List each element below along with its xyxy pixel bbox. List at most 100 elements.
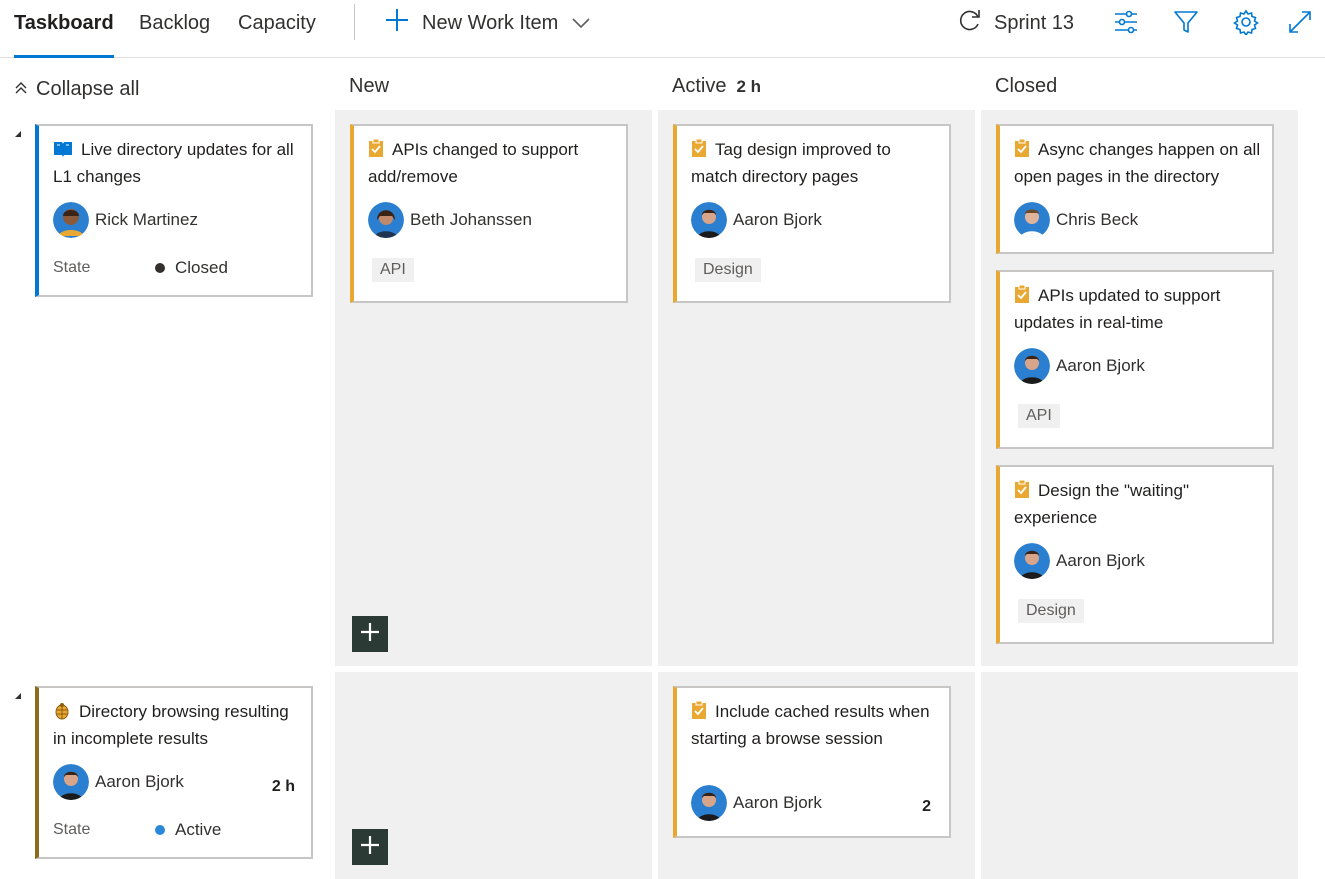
add-task-button[interactable] [352,829,388,865]
cell-row2-closed [981,672,1298,879]
card-title-text: Tag design improved to match directory p… [691,140,891,186]
state-value[interactable]: Closed [175,258,228,278]
avatar [53,764,89,800]
assignee-name: Chris Beck [1056,210,1139,229]
assignee-name: Aaron Bjork [733,793,822,812]
card-state-field: State Active [53,820,221,840]
fullscreen-icon[interactable] [1286,8,1314,36]
bug-icon [53,702,71,727]
task-card[interactable]: APIs updated to support updates in real-… [996,270,1274,449]
assignee-name: Aaron Bjork [1056,551,1145,570]
row-collapse-toggle-2[interactable] [15,693,21,699]
new-work-item-button[interactable]: New Work Item [384,8,590,38]
state-label: State [53,259,91,276]
parent-card-bug[interactable]: Directory browsing resulting in incomple… [35,686,313,859]
card-title: APIs updated to support updates in real-… [1014,284,1262,335]
card-state-field: State Closed [53,258,228,278]
assignee-name: Aaron Bjork [95,772,184,791]
card-title: Directory browsing resulting in incomple… [53,700,301,751]
top-toolbar: Taskboard Backlog Capacity New Work Item… [0,0,1325,58]
filter-icon[interactable] [1172,8,1200,36]
column-header-active: Active 2 h [672,75,761,98]
state-dot [155,263,165,273]
row-collapse-toggle-1[interactable] [15,131,21,137]
tab-taskboard[interactable]: Taskboard [14,10,114,58]
card-title-text: APIs updated to support updates in real-… [1014,286,1221,332]
tab-capacity[interactable]: Capacity [238,10,316,58]
card-title-text: Async changes happen on all open pages i… [1014,140,1261,186]
task-clipboard-icon [1014,284,1030,311]
column-title: Active [672,75,727,97]
avatar [1014,543,1050,579]
card-assignee[interactable]: Rick Martinez [53,202,198,238]
card-assignee[interactable]: Aaron Bjork [1014,348,1145,384]
toolbar-divider [354,4,355,40]
double-chevron-up-icon [14,78,28,101]
tag-badge[interactable]: Design [1018,599,1084,623]
column-remaining-work: 2 h [736,77,762,96]
card-title: Async changes happen on all open pages i… [1014,138,1262,189]
card-title-text: APIs changed to support add/remove [368,140,579,186]
column-header-closed: Closed [995,75,1057,98]
task-clipboard-icon [691,700,707,727]
chevron-down-icon[interactable] [572,12,590,35]
avatar [1014,202,1050,238]
gear-icon[interactable] [1232,8,1260,36]
state-dot [155,825,165,835]
sprint-label: Sprint 13 [994,11,1075,34]
card-title-text: Directory browsing resulting in incomple… [53,702,289,748]
card-title: Tag design improved to match directory p… [691,138,939,189]
parent-card-story[interactable]: Live directory updates for all L1 change… [35,124,313,297]
avatar [1014,348,1050,384]
settings-sliders-icon[interactable] [1112,8,1140,36]
card-title-text: Include cached results when starting a b… [691,702,930,748]
task-clipboard-icon [1014,138,1030,165]
state-value[interactable]: Active [175,820,221,840]
column-header-new: New [349,75,389,98]
column-title: New [349,75,390,97]
avatar [691,202,727,238]
task-card[interactable]: Async changes happen on all open pages i… [996,124,1274,254]
card-title: Live directory updates for all L1 change… [53,138,301,189]
assignee-name: Rick Martinez [95,210,198,229]
new-work-item-label: New Work Item [422,11,559,34]
tab-backlog[interactable]: Backlog [139,10,210,58]
sprint-cycle-icon [956,6,984,40]
task-card[interactable]: Include cached results when starting a b… [673,686,951,838]
card-title: Design the "waiting" experience [1014,479,1262,530]
card-title: APIs changed to support add/remove [368,138,616,189]
card-assignee[interactable]: Aaron Bjork [1014,543,1145,579]
card-assignee[interactable]: Aaron Bjork [53,764,184,800]
remaining-work: 2 [922,798,931,815]
sprint-selector[interactable]: Sprint 13 [956,8,1074,38]
task-card[interactable]: Design the "waiting" experience Aaron Bj… [996,465,1274,644]
avatar [53,202,89,238]
tag-badge[interactable]: Design [695,258,761,282]
assignee-name: Beth Johanssen [410,210,532,229]
avatar [691,785,727,821]
task-clipboard-icon [691,138,707,165]
plus-icon [360,835,380,860]
card-assignee[interactable]: Aaron Bjork [691,202,822,238]
task-card[interactable]: APIs changed to support add/remove Beth … [350,124,628,303]
task-card[interactable]: Tag design improved to match directory p… [673,124,951,303]
task-clipboard-icon [1014,479,1030,506]
tag-badge[interactable]: API [1018,404,1060,428]
card-title-text: Design the "waiting" experience [1014,481,1189,527]
plus-icon [360,622,380,647]
card-assignee[interactable]: Aaron Bjork [691,785,822,821]
card-title: Include cached results when starting a b… [691,700,939,751]
add-task-button[interactable] [352,616,388,652]
card-assignee[interactable]: Beth Johanssen [368,202,532,238]
column-title: Closed [995,75,1058,97]
card-assignee[interactable]: Chris Beck [1014,202,1138,238]
assignee-name: Aaron Bjork [1056,356,1145,375]
task-clipboard-icon [368,138,384,165]
tag-badge[interactable]: API [372,258,414,282]
card-title-text: Live directory updates for all L1 change… [53,140,294,186]
remaining-work: 2 h [271,778,295,795]
avatar [368,202,404,238]
book-icon [53,140,73,165]
plus-icon [384,7,410,39]
collapse-all-button[interactable]: Collapse all [14,78,139,101]
